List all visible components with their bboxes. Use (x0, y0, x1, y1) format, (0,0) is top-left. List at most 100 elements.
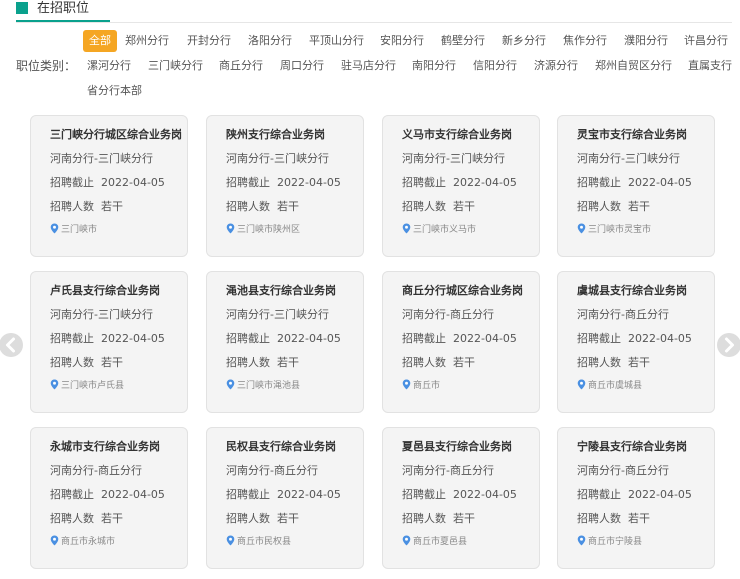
location-pin-icon (577, 223, 586, 234)
location-pin-icon (577, 535, 586, 546)
deadline-label: 招聘截止 (577, 332, 621, 345)
job-card[interactable]: 商丘分行城区综合业务岗 河南分行-商丘分行 招聘截止 2022-04-05 招聘人… (382, 271, 540, 413)
location-pin-icon (402, 379, 411, 390)
location-pin-icon (577, 379, 586, 390)
job-count-row: 招聘人数 若干 (402, 354, 475, 370)
job-card[interactable]: 渑池县支行综合业务岗 河南分行-三门峡分行 招聘截止 2022-04-05 招聘人… (206, 271, 364, 413)
filter-chip[interactable]: 驻马店分行 (341, 58, 396, 74)
filter-chip[interactable]: 南阳分行 (412, 58, 456, 74)
count-value: 若干 (453, 200, 475, 213)
count-label: 招聘人数 (226, 200, 270, 213)
job-location: 商丘市民权县 (226, 534, 291, 547)
job-location: 三门峡市陕州区 (226, 222, 300, 235)
filter-chip[interactable]: 濮阳分行 (624, 33, 668, 49)
filter-chip[interactable]: 开封分行 (187, 33, 231, 49)
filter-chip[interactable]: 焦作分行 (563, 33, 607, 49)
job-count-row: 招聘人数 若干 (577, 354, 650, 370)
count-label: 招聘人数 (402, 512, 446, 525)
job-card[interactable]: 永城市支行综合业务岗 河南分行-商丘分行 招聘截止 2022-04-05 招聘人数… (30, 427, 188, 569)
job-branch: 河南分行-商丘分行 (402, 308, 494, 321)
job-branch: 河南分行-三门峡分行 (402, 152, 505, 165)
location-text: 商丘市宁陵县 (588, 537, 643, 547)
job-card[interactable]: 民权县支行综合业务岗 河南分行-商丘分行 招聘截止 2022-04-05 招聘人数… (206, 427, 364, 569)
job-count-row: 招聘人数 若干 (50, 354, 123, 370)
deadline-value: 2022-04-05 (101, 332, 165, 345)
deadline-value: 2022-04-05 (628, 488, 692, 501)
filter-chip[interactable]: 信阳分行 (473, 58, 517, 74)
filter-chip[interactable]: 新乡分行 (502, 33, 546, 49)
count-value: 若干 (277, 512, 299, 525)
next-arrow-icon[interactable] (716, 332, 740, 358)
count-label: 招聘人数 (577, 356, 621, 369)
job-title: 卢氏县支行综合业务岗 (50, 284, 160, 297)
deadline-label: 招聘截止 (402, 176, 446, 189)
job-count-row: 招聘人数 若干 (226, 198, 299, 214)
job-title: 民权县支行综合业务岗 (226, 440, 336, 453)
count-value: 若干 (277, 200, 299, 213)
filter-chip[interactable]: 商丘分行 (219, 58, 263, 74)
filter-chip[interactable]: 许昌分行 (684, 33, 728, 49)
section-header: 在招职位 (16, 0, 732, 23)
job-title: 宁陵县支行综合业务岗 (577, 440, 687, 453)
job-card[interactable]: 陕州支行综合业务岗 河南分行-三门峡分行 招聘截止 2022-04-05 招聘人数… (206, 115, 364, 257)
filter-chip[interactable]: 洛阳分行 (248, 33, 292, 49)
location-text: 三门峡市义马市 (413, 225, 477, 235)
deadline-value: 2022-04-05 (453, 332, 517, 345)
location-pin-icon (226, 223, 235, 234)
job-location: 商丘市宁陵县 (577, 534, 642, 547)
count-label: 招聘人数 (402, 200, 446, 213)
job-deadline-row: 招聘截止 2022-04-05 (577, 486, 692, 502)
previous-arrow-icon[interactable] (0, 332, 24, 358)
count-label: 招聘人数 (50, 200, 94, 213)
filter-chip[interactable]: 鹤壁分行 (441, 33, 485, 49)
filter-chip[interactable]: 漯河分行 (87, 58, 131, 74)
job-deadline-row: 招聘截止 2022-04-05 (402, 330, 517, 346)
job-deadline-row: 招聘截止 2022-04-05 (50, 486, 165, 502)
filter-chip[interactable]: 郑州自贸区分行 (595, 58, 672, 74)
job-branch: 河南分行-三门峡分行 (50, 152, 153, 165)
location-pin-icon (50, 223, 59, 234)
count-label: 招聘人数 (50, 356, 94, 369)
count-value: 若干 (628, 356, 650, 369)
job-location: 三门峡市灵宝市 (577, 222, 651, 235)
job-card[interactable]: 灵宝市支行综合业务岗 河南分行-三门峡分行 招聘截止 2022-04-05 招聘人… (557, 115, 715, 257)
job-branch: 河南分行-三门峡分行 (226, 308, 329, 321)
location-text: 三门峡市陕州区 (237, 225, 301, 235)
job-deadline-row: 招聘截止 2022-04-05 (226, 174, 341, 190)
job-card[interactable]: 虞城县支行综合业务岗 河南分行-商丘分行 招聘截止 2022-04-05 招聘人数… (557, 271, 715, 413)
job-card[interactable]: 卢氏县支行综合业务岗 河南分行-三门峡分行 招聘截止 2022-04-05 招聘人… (30, 271, 188, 413)
deadline-label: 招聘截止 (226, 488, 270, 501)
section-title: 在招职位 (37, 1, 90, 16)
job-card[interactable]: 三门峡分行城区综合业务岗 河南分行-三门峡分行 招聘截止 2022-04-05 招… (30, 115, 188, 257)
job-location: 商丘市永城市 (50, 534, 115, 547)
count-value: 若干 (453, 356, 475, 369)
deadline-label: 招聘截止 (577, 488, 621, 501)
count-label: 招聘人数 (577, 200, 621, 213)
job-count-row: 招聘人数 若干 (402, 198, 475, 214)
filter-chip[interactable]: 济源分行 (534, 58, 578, 74)
filter-chip[interactable]: 三门峡分行 (148, 58, 203, 74)
job-card[interactable]: 夏邑县支行综合业务岗 河南分行-商丘分行 招聘截止 2022-04-05 招聘人数… (382, 427, 540, 569)
job-location: 三门峡市义马市 (402, 222, 476, 235)
job-title: 商丘分行城区综合业务岗 (402, 284, 523, 297)
filter-chip[interactable]: 省分行本部 (87, 83, 142, 99)
job-deadline-row: 招聘截止 2022-04-05 (577, 330, 692, 346)
job-branch: 河南分行-三门峡分行 (50, 308, 153, 321)
filter-chip[interactable]: 安阳分行 (380, 33, 424, 49)
job-location: 商丘市夏邑县 (402, 534, 467, 547)
filter-chip[interactable]: 平顶山分行 (309, 33, 364, 49)
filter-chip-all[interactable]: 全部 (83, 30, 117, 52)
job-count-row: 招聘人数 若干 (226, 354, 299, 370)
job-branch: 河南分行-三门峡分行 (577, 152, 680, 165)
filter-chip[interactable]: 周口分行 (280, 58, 324, 74)
filter-chip[interactable]: 郑州分行 (125, 33, 169, 49)
location-pin-icon (226, 535, 235, 546)
count-value: 若干 (101, 512, 123, 525)
filter-chip[interactable]: 直属支行 (688, 58, 732, 74)
count-label: 招聘人数 (577, 512, 621, 525)
job-branch: 河南分行-商丘分行 (402, 464, 494, 477)
job-card[interactable]: 义马市支行综合业务岗 河南分行-三门峡分行 招聘截止 2022-04-05 招聘人… (382, 115, 540, 257)
location-text: 商丘市 (413, 381, 441, 391)
job-card[interactable]: 宁陵县支行综合业务岗 河南分行-商丘分行 招聘截止 2022-04-05 招聘人数… (557, 427, 715, 569)
deadline-label: 招聘截止 (50, 176, 94, 189)
